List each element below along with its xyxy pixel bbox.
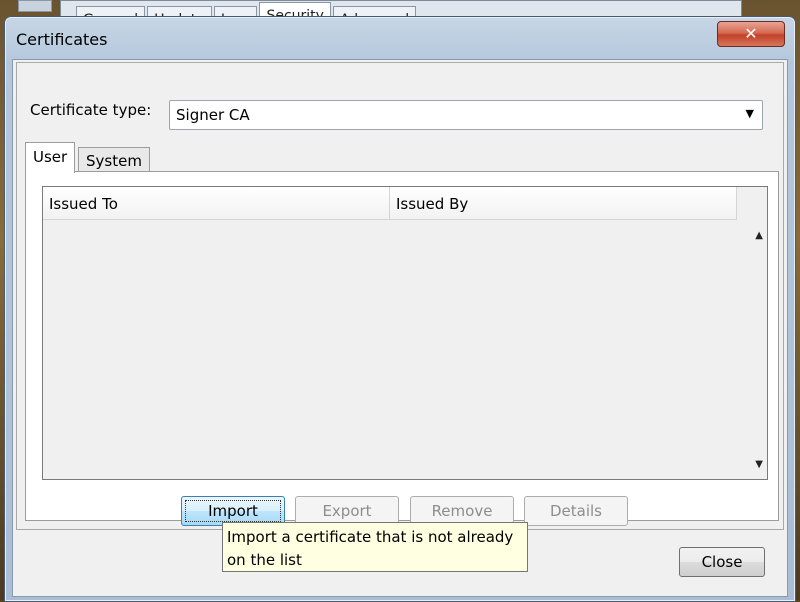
title-bar[interactable]: Certificates ✕ [5,17,795,59]
dialog-title: Certificates [16,30,108,49]
certificate-type-dropdown[interactable]: Signer CA ▼ [169,100,763,130]
scroll-down-arrow-icon[interactable]: ▼ [755,459,763,470]
dialog-client-area: Certificate type: Signer CA ▼ User Syste… [12,59,788,597]
column-header-issued-by[interactable]: Issued By [390,187,737,220]
user-tab-panel: Issued To Issued By ▲ ▼ [25,171,779,521]
table-header: Issued To Issued By [43,187,737,221]
close-button[interactable]: Close [679,547,765,577]
import-tooltip: Import a certificate that is not already… [222,522,528,572]
focus-ring [185,500,281,522]
column-header-issued-to[interactable]: Issued To [43,187,390,220]
certificate-type-value: Signer CA [176,106,250,124]
scroll-up-arrow-icon[interactable]: ▲ [755,230,763,241]
certificate-type-label: Certificate type: [30,101,152,119]
certificates-table[interactable]: Issued To Issued By ▲ ▼ [42,186,768,480]
background-window-icon [18,0,52,12]
chevron-down-icon: ▼ [745,107,754,120]
vertical-scrollbar[interactable]: ▲ ▼ [747,187,767,479]
tab-user[interactable]: User [25,142,76,173]
close-icon[interactable]: ✕ [717,21,785,47]
tab-system[interactable]: System [78,147,150,174]
certificates-panel: Certificate type: Signer CA ▼ User Syste… [16,62,784,530]
details-button[interactable]: Details [524,496,628,526]
certificates-dialog: Certificates ✕ Certificate type: Signer … [4,16,796,602]
